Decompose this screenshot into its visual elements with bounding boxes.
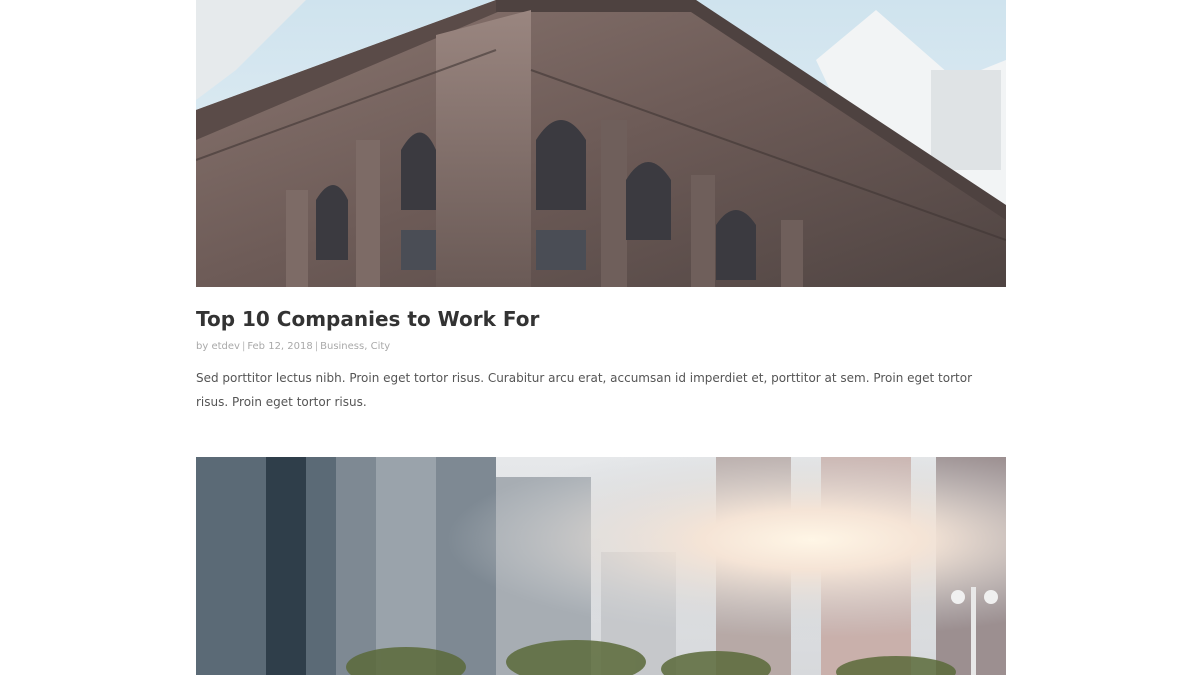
post-excerpt: Sed porttitor lectus nibh. Proin eget to… (196, 371, 973, 409)
city-skyline-photo (196, 457, 1006, 675)
category-link-business[interactable]: Business (320, 341, 364, 352)
building-photo (196, 0, 1006, 287)
post-date: Feb 12, 2018 (247, 341, 313, 352)
post-title[interactable]: Top 10 Companies to Work For (196, 307, 539, 331)
meta-by-label: by (196, 341, 209, 352)
post-featured-image[interactable] (196, 0, 1006, 287)
author-link[interactable]: etdev (211, 341, 240, 352)
category-link-city[interactable]: City (371, 341, 391, 352)
post-meta: by etdev | Feb 12, 2018 | Business, City (196, 341, 390, 352)
post-featured-image[interactable] (196, 457, 1006, 675)
